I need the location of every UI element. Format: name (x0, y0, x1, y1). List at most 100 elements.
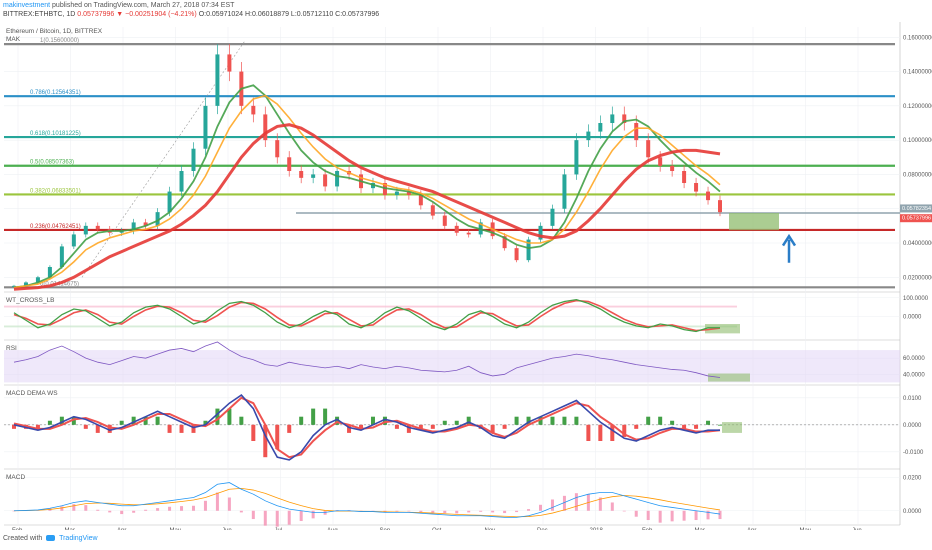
candle-body (59, 246, 64, 267)
candle-body (682, 171, 687, 183)
histogram-bar (718, 424, 722, 426)
tradingview-brand[interactable]: TradingView (59, 535, 98, 542)
candle-body (574, 140, 579, 175)
histogram-bar (323, 408, 328, 425)
histogram-bar (144, 509, 148, 511)
histogram-bar (168, 506, 172, 511)
fib-level-label: 0.5(0.08507363) (30, 160, 74, 166)
histogram-bar (72, 504, 76, 511)
histogram-bar (503, 510, 507, 514)
histogram-bar (502, 424, 507, 429)
published-text: published on TradingView.com, March 27, … (52, 2, 235, 9)
y-tick-label: 0.0000 (903, 509, 922, 515)
candle-body (598, 123, 603, 132)
candle-body (311, 174, 316, 178)
candle-body (454, 225, 459, 233)
histogram-bar (203, 500, 207, 511)
x-tick-label: Apr (747, 528, 756, 530)
price-change: ▼ −0.00251904 (−4.21%) (116, 11, 197, 18)
histogram-bar (227, 497, 231, 511)
histogram-bar (694, 510, 698, 521)
histogram-bar (287, 510, 291, 525)
candle-body (323, 174, 328, 187)
histogram-bar (239, 510, 243, 513)
histogram-bar (706, 420, 711, 425)
histogram-bar (718, 510, 722, 520)
candle-body (83, 225, 88, 235)
candle-body (670, 165, 675, 171)
macd-line (13, 482, 721, 518)
histogram-bar (251, 510, 255, 520)
histogram-bar (119, 420, 124, 425)
rsi-band (4, 350, 900, 383)
histogram-bar (215, 492, 219, 511)
x-tick-label: Feb (642, 528, 653, 530)
candle-body (466, 232, 471, 235)
histogram-bar (550, 416, 555, 425)
histogram-bar (431, 510, 435, 513)
candle-body (586, 131, 591, 141)
histogram-bar (515, 510, 519, 513)
highlight-box (708, 373, 750, 382)
histogram-bar (598, 424, 603, 441)
indicator-label: WT_CROSS_LB (6, 297, 54, 304)
histogram-bar (646, 510, 650, 521)
candle-body (610, 114, 615, 123)
symbol-label: BITTREX:ETHBTC, 1D (3, 11, 76, 18)
x-tick-label: Dec (537, 528, 548, 530)
candle-body (646, 140, 651, 158)
author-link[interactable]: makinvestment (3, 2, 50, 9)
histogram-bar (108, 510, 112, 513)
histogram-bar (514, 416, 519, 425)
histogram-bar (239, 416, 244, 425)
histogram-bar (574, 493, 578, 511)
x-tick-label: Mar (695, 528, 705, 530)
candle-body (71, 234, 76, 247)
histogram-bar (574, 416, 579, 425)
x-tick-label: Oct (432, 528, 442, 530)
histogram-bar (658, 510, 662, 523)
histogram-bar (84, 505, 88, 511)
histogram-bar (120, 510, 124, 515)
candle-body (215, 54, 220, 106)
candle-body (167, 191, 172, 213)
symbol-info: BITTREX:ETHBTC, 1D 0.05737996 ▼ −0.00251… (3, 11, 379, 18)
fib-level-label: 0.382(0.06833501) (30, 188, 81, 194)
histogram-bar (83, 424, 88, 429)
histogram-bar (180, 506, 184, 511)
histogram-bar (430, 424, 435, 429)
x-tick-label: Nov (485, 528, 496, 530)
candle-body (394, 191, 399, 195)
candle-body (251, 105, 256, 115)
y-tick-label: 0.10000000 (903, 138, 932, 144)
histogram-bar (311, 408, 316, 425)
histogram-bar (479, 510, 483, 512)
histogram-bar (658, 416, 663, 425)
candle-body (95, 225, 100, 230)
y-tick-label: 0.16000000 (903, 35, 932, 41)
histogram-bar (251, 424, 256, 441)
histogram-bar (299, 416, 304, 425)
ohlc-values: O:0.05971024 H:0.06018879 L:0.05712110 C… (198, 11, 380, 18)
histogram-bar (550, 499, 554, 511)
y-tick-label: 0.08000000 (903, 172, 932, 178)
x-tick-label: Mar (65, 528, 75, 530)
candle-body (203, 105, 208, 149)
histogram-bar (646, 416, 651, 425)
y-tick-label: 0.02000000 (903, 275, 932, 281)
y-tick-label: 0.0000 (903, 315, 922, 321)
chart-canvas[interactable]: Feb Mar Apr May Jun Jul Aug Sep Oct Nov Dec 2018 Feb… (0, 22, 932, 530)
y-tick-label: 100.0000 (903, 296, 929, 302)
footer: Created with TradingView (3, 535, 98, 542)
indicator-label: MACD DEMA WS (6, 390, 58, 397)
candle-body (335, 171, 340, 187)
x-tick-label: Feb (12, 528, 23, 530)
fib-level-label: 0.236(0.04762451) (30, 224, 81, 230)
x-tick-label: Apr (117, 528, 126, 530)
tradingview-logo-icon (46, 535, 56, 542)
candle-body (275, 140, 280, 158)
x-tick-label: Jun (852, 528, 862, 530)
histogram-bar (610, 502, 614, 511)
histogram-bar (491, 510, 495, 513)
histogram-bar (275, 510, 279, 527)
